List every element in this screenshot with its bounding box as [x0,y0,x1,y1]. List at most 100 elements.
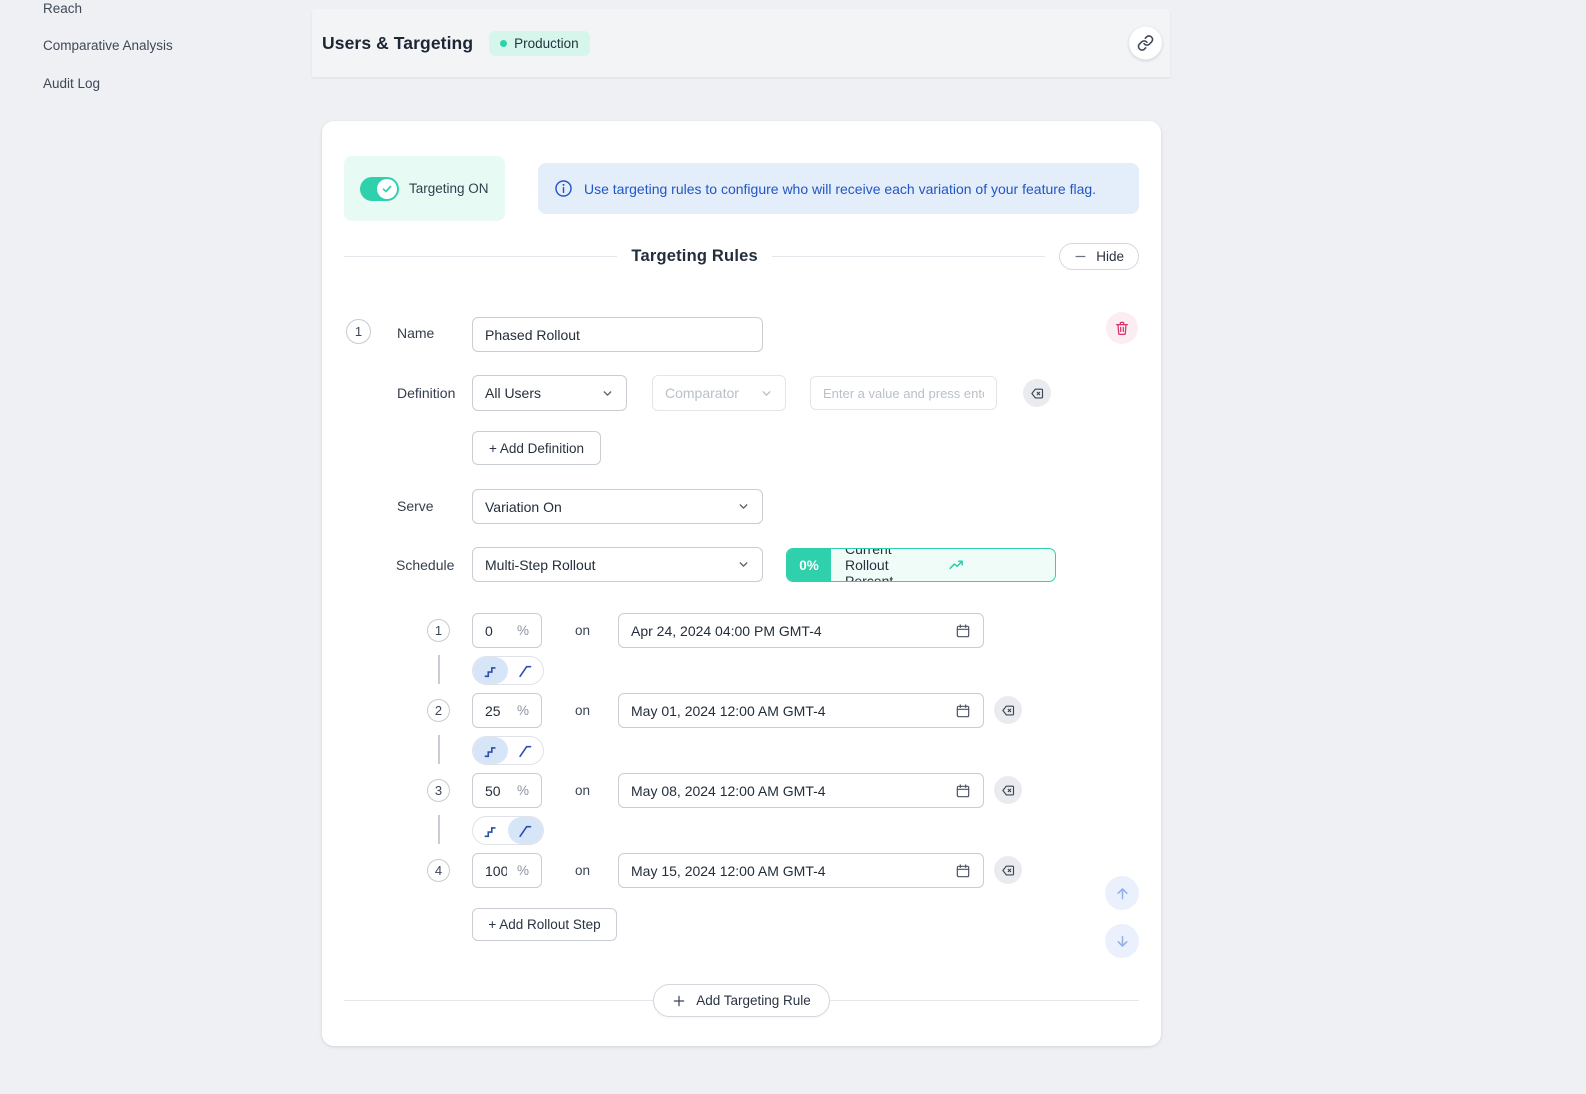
comparator-select[interactable]: Comparator [652,375,786,411]
step-icon [482,662,499,679]
ramp-mode-button[interactable] [508,657,543,684]
targeting-toggle-label: Targeting ON [409,181,489,196]
clear-definition-button[interactable] [1023,379,1051,407]
info-icon [554,179,573,198]
ramp-mode-button[interactable] [508,817,543,844]
link-icon [1137,35,1154,52]
step-mode-button[interactable] [473,737,508,764]
serve-label: Serve [397,498,434,514]
sidebar-item-comparative-analysis[interactable]: Comparative Analysis [43,38,173,53]
remove-step-3-button[interactable] [994,776,1022,804]
targeting-card: Targeting ON Use targeting rules to conf… [322,121,1161,1046]
step-2-date-picker[interactable]: May 01, 2024 12:00 AM GMT-4 [618,693,984,728]
step-mode-button[interactable] [473,657,508,684]
rule-name-field [472,317,763,352]
step-2-percent-field: % [472,693,542,728]
on-label: on [575,783,590,798]
transition-3-mode-toggle [472,816,544,845]
divider-line [344,256,617,257]
calendar-icon [955,623,971,639]
targeting-toggle[interactable] [360,177,399,201]
schedule-value: Multi-Step Rollout [485,557,596,573]
targeting-rules-divider: Targeting Rules Hide [344,242,1139,270]
backspace-icon [1001,783,1016,798]
plus-icon [672,994,686,1008]
comparator-placeholder: Comparator [665,385,739,401]
sidebar-item-reach[interactable]: Reach [43,1,82,16]
ramp-icon [517,822,534,839]
rollout-percent-badge: 0% [787,549,831,581]
schedule-label: Schedule [396,557,454,573]
add-targeting-rule-button[interactable]: Add Targeting Rule [653,984,830,1017]
chevron-down-icon [601,387,614,400]
environment-dot-icon [500,40,507,47]
page-header: Users & Targeting Production [312,9,1170,77]
copy-link-button[interactable] [1129,27,1162,60]
definition-attribute-select[interactable]: All Users [472,375,627,411]
transition-1-mode-toggle [472,656,544,685]
percent-unit: % [517,703,541,718]
definition-attribute-value: All Users [485,385,541,401]
delete-rule-button[interactable] [1106,312,1138,344]
step-2-percent-input[interactable] [473,703,507,719]
step-icon [482,822,499,839]
serve-select[interactable]: Variation On [472,489,763,524]
targeting-toggle-card: Targeting ON [344,156,505,221]
hide-rules-button[interactable]: Hide [1059,243,1139,270]
percent-unit: % [517,863,541,878]
move-rule-up-button[interactable] [1105,876,1139,910]
check-icon [381,183,393,195]
step-3-date-picker[interactable]: May 08, 2024 12:00 AM GMT-4 [618,773,984,808]
add-definition-button[interactable]: + Add Definition [472,431,601,465]
chevron-down-icon [737,500,750,513]
step-4-date-picker[interactable]: May 15, 2024 12:00 AM GMT-4 [618,853,984,888]
step-number-badge: 4 [427,859,450,882]
ramp-icon [517,742,534,759]
step-2-date-value: May 01, 2024 12:00 AM GMT-4 [631,703,826,719]
step-3-date-value: May 08, 2024 12:00 AM GMT-4 [631,783,826,799]
rule-name-input[interactable] [473,327,762,343]
rollout-caption: Current Rollout Percent [845,548,938,582]
step-mode-button[interactable] [473,817,508,844]
step-3-percent-input[interactable] [473,783,507,799]
definition-value-input[interactable] [811,386,996,401]
schedule-select[interactable]: Multi-Step Rollout [472,547,763,582]
step-number-badge: 1 [427,619,450,642]
step-1-percent-field: % [472,613,542,648]
trash-icon [1114,320,1130,336]
add-rollout-step-button[interactable]: + Add Rollout Step [472,908,617,941]
ramp-mode-button[interactable] [508,737,543,764]
sidebar-item-audit-log[interactable]: Audit Log [43,76,100,91]
step-1-date-picker[interactable]: Apr 24, 2024 04:00 PM GMT-4 [618,613,984,648]
transition-2-mode-toggle [472,736,544,765]
environment-badge-label: Production [514,36,579,51]
arrow-down-icon [1114,933,1131,950]
percent-unit: % [517,783,541,798]
step-connector-line [438,735,440,764]
move-rule-down-button[interactable] [1105,924,1139,958]
add-targeting-rule-label: Add Targeting Rule [696,993,811,1008]
definition-value-field [810,376,997,410]
page-title: Users & Targeting [322,33,473,54]
percent-unit: % [517,623,541,638]
arrow-up-icon [1114,885,1131,902]
step-icon [482,742,499,759]
remove-step-2-button[interactable] [994,696,1022,724]
on-label: on [575,863,590,878]
step-4-date-value: May 15, 2024 12:00 AM GMT-4 [631,863,826,879]
step-1-percent-input[interactable] [473,623,507,639]
divider-line [772,256,1045,257]
on-label: on [575,623,590,638]
remove-step-4-button[interactable] [994,856,1022,884]
calendar-icon [955,783,971,799]
step-1-date-value: Apr 24, 2024 04:00 PM GMT-4 [631,623,822,639]
trending-up-icon [948,557,1041,574]
step-connector-line [438,655,440,684]
step-4-percent-field: % [472,853,542,888]
backspace-icon [1001,703,1016,718]
step-number-badge: 2 [427,699,450,722]
info-banner: Use targeting rules to configure who wil… [538,163,1139,214]
divider-line [830,1000,1139,1001]
step-4-percent-input[interactable] [473,863,507,879]
environment-badge: Production [489,31,590,56]
